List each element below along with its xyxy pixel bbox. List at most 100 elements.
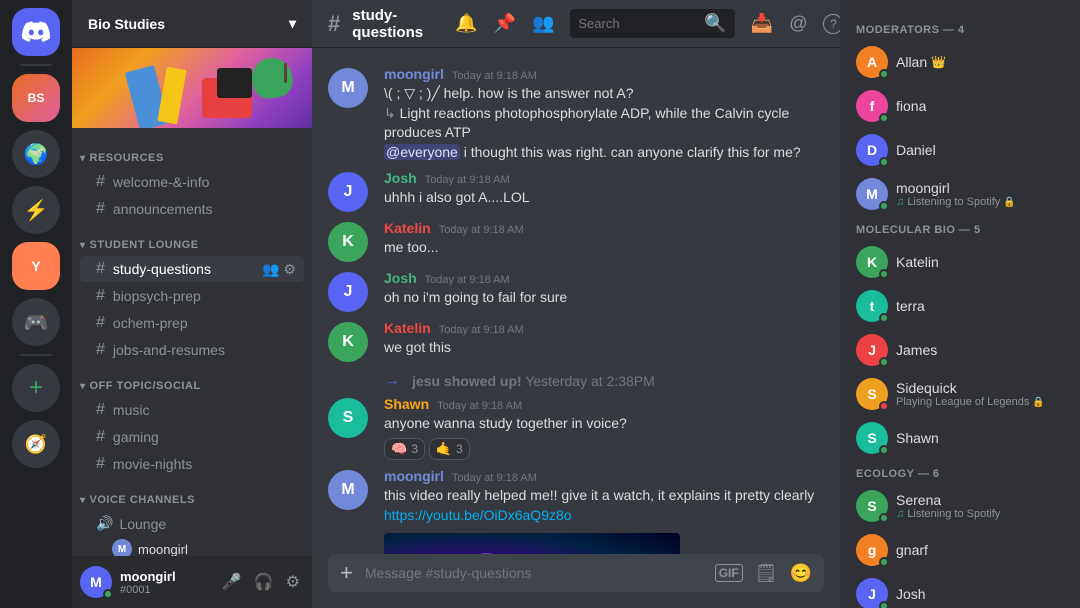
message-header: moongirl Today at 9:18 AM (384, 66, 824, 82)
member-name: gnarf (896, 542, 1064, 558)
member-item[interactable]: M moongirl ♫ Listening to Spotify 🔒 (848, 172, 1072, 216)
user-settings-button[interactable]: ⚙ (282, 568, 304, 596)
server-divider-2 (20, 354, 52, 356)
reaction-brain[interactable]: 🧠 3 (384, 438, 425, 460)
channel-announcements[interactable]: # announcements (80, 196, 304, 222)
channel-music[interactable]: # music (80, 397, 304, 423)
notification-bell-icon[interactable]: 🔔 (455, 13, 477, 34)
channel-gaming[interactable]: # gaming (80, 424, 304, 450)
voice-user-moongirl[interactable]: M moongirl (80, 537, 304, 556)
channel-movie-nights[interactable]: # movie-nights (80, 451, 304, 477)
avatar: J (328, 172, 368, 212)
member-item[interactable]: D Daniel (848, 128, 1072, 172)
mention-icon[interactable]: @ (789, 13, 807, 34)
message-timestamp: Today at 9:18 AM (452, 472, 537, 484)
avatar: S (856, 378, 888, 410)
molecular-bio-category: MOLECULAR BIO — 5 (848, 216, 1072, 240)
member-activity: ♫ Listening to Spotify (896, 508, 1064, 520)
member-item[interactable]: J James (848, 328, 1072, 372)
channel-settings-icon[interactable]: ⚙ (283, 261, 296, 278)
message-header: Katelin Today at 9:18 AM (384, 220, 824, 236)
avatar: J (328, 272, 368, 312)
hash-icon: # (96, 314, 105, 332)
server-icon-2[interactable]: ⚡ (12, 186, 60, 234)
user-controls: 🎤 🎧 ⚙ (218, 568, 304, 596)
voice-lounge[interactable]: 🔊 Lounge (80, 511, 304, 536)
video-embed[interactable] (384, 533, 680, 554)
moderators-category: MODERATORS — 4 (848, 16, 1072, 40)
hash-icon: # (96, 455, 105, 473)
message-content: Josh Today at 9:18 AM uhhh i also got A.… (384, 170, 824, 212)
member-item[interactable]: S Sidequick Playing League of Legends 🔒 (848, 372, 1072, 416)
server-icon-3[interactable]: Y (12, 242, 60, 290)
message-username: Katelin (384, 320, 431, 336)
member-item[interactable]: K Katelin (848, 240, 1072, 284)
sticker-icon[interactable]: 🗒 (755, 563, 778, 584)
message-group: M moongirl Today at 9:18 AM this video r… (312, 466, 840, 554)
username: moongirl (120, 569, 210, 584)
member-info: Serena ♫ Listening to Spotify (896, 492, 1064, 520)
message-group: K Katelin Today at 9:18 AM we got this (312, 318, 840, 364)
member-name: Shawn (896, 430, 1064, 446)
members-list-icon[interactable]: 👥 (532, 13, 554, 34)
message-header: Josh Today at 9:18 AM (384, 270, 824, 286)
discord-home-button[interactable] (12, 8, 60, 56)
member-item[interactable]: S Serena ♫ Listening to Spotify (848, 484, 1072, 528)
help-icon[interactable]: ? (823, 14, 840, 34)
member-info: fiona (896, 98, 1064, 114)
avatar: K (328, 322, 368, 362)
server-header[interactable]: Bio Studies ▾ (72, 0, 312, 48)
inbox-icon[interactable]: 📥 (751, 13, 773, 34)
avatar: J (856, 334, 888, 366)
voice-icon: 🔊 (96, 515, 113, 532)
avatar: S (328, 398, 368, 438)
member-item[interactable]: A Allan 👑 (848, 40, 1072, 84)
channels-list: RESOURCES # welcome-&-info # announcemen… (72, 128, 312, 556)
channel-jobs[interactable]: # jobs-and-resumes (80, 337, 304, 363)
avatar: t (856, 290, 888, 322)
crown-icon: 👑 (931, 55, 946, 69)
add-server-button[interactable]: + (12, 364, 60, 412)
category-resources[interactable]: RESOURCES (72, 136, 312, 168)
reaction-thumbs[interactable]: 🤙 3 (429, 438, 470, 460)
member-item[interactable]: S Shawn (848, 416, 1072, 460)
member-name: Katelin (896, 254, 1064, 270)
member-item[interactable]: g gnarf (848, 528, 1072, 572)
category-off-topic[interactable]: OFF TOPIC/SOCIAL (72, 364, 312, 396)
hash-icon: # (96, 341, 105, 359)
message-input[interactable] (365, 554, 703, 592)
category-student-lounge[interactable]: STUDENT LOUNGE (72, 223, 312, 255)
explore-servers-button[interactable]: 🧭 (12, 420, 60, 468)
pin-icon[interactable]: 📌 (494, 13, 516, 34)
avatar: M (856, 178, 888, 210)
channel-ochem[interactable]: # ochem-prep (80, 310, 304, 336)
hash-icon: # (96, 200, 105, 218)
message-header: Katelin Today at 9:18 AM (384, 320, 824, 336)
channel-welcome[interactable]: # welcome-&-info (80, 169, 304, 195)
members-sidebar: MODERATORS — 4 A Allan 👑 f fiona D Danie… (840, 0, 1080, 608)
messages-area: M moongirl Today at 9:18 AM \( ; ▽ ; )╱ … (312, 48, 840, 554)
member-item[interactable]: J Josh (848, 572, 1072, 608)
message-header: Shawn Today at 9:18 AM (384, 396, 824, 412)
message-group: S Shawn Today at 9:18 AM anyone wanna st… (312, 394, 840, 462)
server-icon-4[interactable]: 🎮 (12, 298, 60, 346)
bio-studies-server-icon[interactable]: BS (12, 74, 60, 122)
channel-members-icon[interactable]: 👥 (262, 261, 279, 278)
member-item[interactable]: t terra (848, 284, 1072, 328)
message-text: anyone wanna study together in voice? (384, 414, 824, 434)
message-username: Katelin (384, 220, 431, 236)
add-attachment-icon[interactable]: + (340, 560, 353, 586)
gif-icon[interactable]: GIF (715, 564, 743, 582)
channel-biopsych[interactable]: # biopsych-prep (80, 283, 304, 309)
video-link[interactable]: https://youtu.be/OiDx6aQ9z8o (384, 507, 572, 523)
emoji-icon[interactable]: 😊 (790, 563, 812, 584)
server-icon-1[interactable]: 🌍 (12, 130, 60, 178)
mute-button[interactable]: 🎤 (218, 568, 246, 596)
deafen-button[interactable]: 🎧 (250, 568, 278, 596)
message-input-box: + GIF 🗒 😊 (328, 554, 824, 592)
category-voice[interactable]: VOICE CHANNELS (72, 478, 312, 510)
search-box[interactable]: 🔍 (570, 9, 734, 38)
search-input[interactable] (578, 16, 698, 31)
member-item[interactable]: f fiona (848, 84, 1072, 128)
channel-study-questions[interactable]: # study-questions 👥 ⚙ (80, 256, 304, 282)
